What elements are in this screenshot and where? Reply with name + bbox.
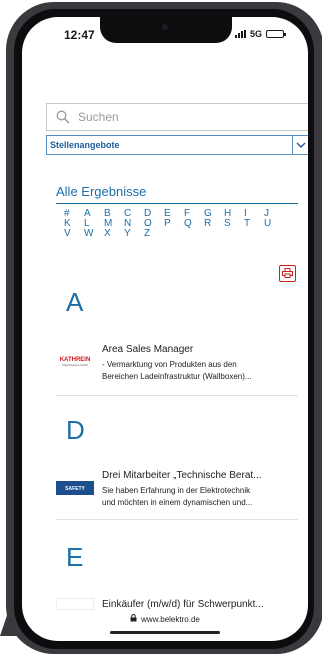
search-icon (56, 110, 70, 124)
alphabet-index-letter[interactable]: P (164, 219, 184, 229)
job-description: Sie haben Erfahrung in der Elektrotechni… (102, 486, 253, 507)
job-description: - Vermarktung von Produkten aus den Bere… (102, 360, 252, 381)
home-indicator[interactable] (110, 631, 220, 634)
print-button[interactable] (279, 265, 296, 282)
alphabet-index-letter[interactable]: V (64, 229, 84, 239)
company-logo (56, 598, 94, 610)
page-content: Stellenangebote Alle Ergebnisse #ABCDEFG… (22, 17, 308, 641)
url-text: www.belektro.de (141, 614, 200, 624)
results-divider (56, 203, 298, 204)
svg-text:KATHREIN: KATHREIN (60, 357, 91, 363)
browser-url-bar[interactable]: www.belektro.de (22, 611, 308, 627)
section-heading: D (66, 415, 85, 445)
phone-screen: 12:47 5G Stellenangebote Alle Ergebnisse… (22, 17, 308, 641)
alphabet-index-letter[interactable]: Y (124, 229, 144, 239)
lock-icon (130, 614, 137, 624)
alphabet-index-letter[interactable]: X (104, 229, 124, 239)
alphabet-index-letter[interactable]: Z (144, 229, 164, 239)
alphabet-index-letter[interactable]: W (84, 229, 104, 239)
alphabet-index-letter[interactable]: S (224, 219, 244, 229)
list-divider (56, 395, 298, 396)
alphabet-index: # A B C D E F G H I J K L M N O P Q R S T U V W X Y Z (64, 209, 294, 239)
alphabet-index-letter[interactable]: Q (184, 219, 204, 229)
svg-text:SAFETY: SAFETY (65, 486, 85, 492)
job-listing[interactable]: SAFETY Drei Mitarbeiter „Technische Bera… (56, 469, 302, 531)
category-select[interactable]: Stellenangebote (46, 135, 308, 155)
alphabet-index-letter[interactable]: T (244, 219, 264, 229)
job-title[interactable]: Area Sales Manager (102, 343, 282, 356)
printer-icon (282, 265, 293, 283)
svg-text:Digital Systems GmbH: Digital Systems GmbH (62, 364, 87, 367)
section-heading: A (66, 287, 84, 317)
company-logo: SAFETY (56, 481, 94, 495)
company-logo: KATHREIN Digital Systems GmbH (56, 351, 94, 371)
list-divider (56, 519, 298, 520)
search-box[interactable] (46, 103, 308, 131)
chevron-down-icon[interactable] (292, 136, 308, 154)
job-title[interactable]: Drei Mitarbeiter „Technische Berat... (102, 469, 282, 482)
alphabet-index-letter[interactable]: U (264, 219, 284, 229)
job-title[interactable]: Einkäufer (m/w/d) für Schwerpunkt... (102, 598, 282, 611)
job-listing[interactable]: Einkäufer (m/w/d) für Schwerpunkt... (56, 598, 302, 612)
search-input[interactable] (78, 110, 278, 124)
alphabet-index-letter[interactable]: R (204, 219, 224, 229)
category-select-value: Stellenangebote (50, 140, 120, 150)
all-results-link[interactable]: Alle Ergebnisse (56, 184, 146, 199)
section-heading: E (66, 542, 84, 572)
